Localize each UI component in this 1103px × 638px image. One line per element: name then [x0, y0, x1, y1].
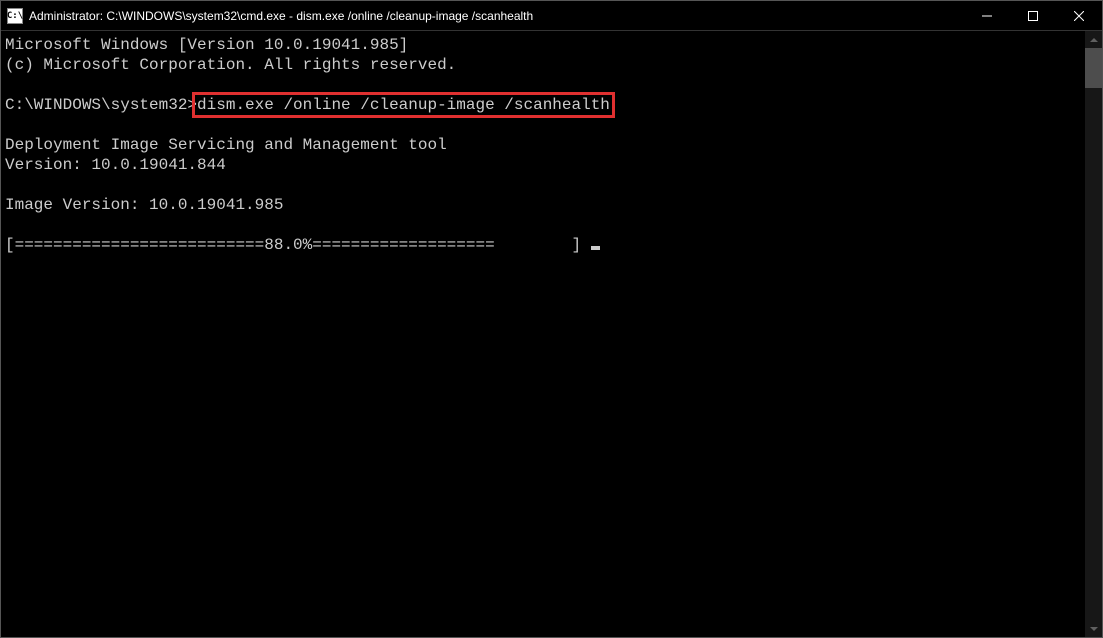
- image-version-line: Image Version: 10.0.19041.985: [5, 196, 283, 214]
- dism-version-line: Version: 10.0.19041.844: [5, 156, 226, 174]
- window-controls: [964, 1, 1102, 30]
- close-button[interactable]: [1056, 1, 1102, 30]
- window-titlebar: C:\ Administrator: C:\WINDOWS\system32\c…: [1, 1, 1102, 31]
- scrollbar-thumb[interactable]: [1085, 48, 1102, 88]
- scroll-down-arrow-icon[interactable]: [1085, 620, 1102, 637]
- close-icon: [1074, 11, 1084, 21]
- copyright-line: (c) Microsoft Corporation. All rights re…: [5, 56, 456, 74]
- minimize-icon: [982, 11, 992, 21]
- window-title: Administrator: C:\WINDOWS\system32\cmd.e…: [29, 9, 533, 23]
- terminal-output[interactable]: Microsoft Windows [Version 10.0.19041.98…: [1, 31, 1085, 637]
- minimize-button[interactable]: [964, 1, 1010, 30]
- maximize-icon: [1028, 11, 1038, 21]
- scroll-up-arrow-icon[interactable]: [1085, 31, 1102, 48]
- maximize-button[interactable]: [1010, 1, 1056, 30]
- terminal-cursor: [591, 246, 600, 250]
- vertical-scrollbar[interactable]: [1085, 31, 1102, 637]
- prompt-prefix: C:\WINDOWS\system32>: [5, 96, 197, 114]
- cmd-icon: C:\: [7, 8, 23, 24]
- version-line: Microsoft Windows [Version 10.0.19041.98…: [5, 36, 408, 54]
- terminal-area: Microsoft Windows [Version 10.0.19041.98…: [1, 31, 1102, 637]
- command-text: dism.exe /online /cleanup-image /scanhea…: [197, 96, 610, 114]
- progress-bar-line: [==========================88.0%========…: [5, 236, 591, 254]
- dism-tool-line: Deployment Image Servicing and Managemen…: [5, 136, 447, 154]
- titlebar-left: C:\ Administrator: C:\WINDOWS\system32\c…: [7, 8, 533, 24]
- highlighted-command: dism.exe /online /cleanup-image /scanhea…: [192, 92, 615, 118]
